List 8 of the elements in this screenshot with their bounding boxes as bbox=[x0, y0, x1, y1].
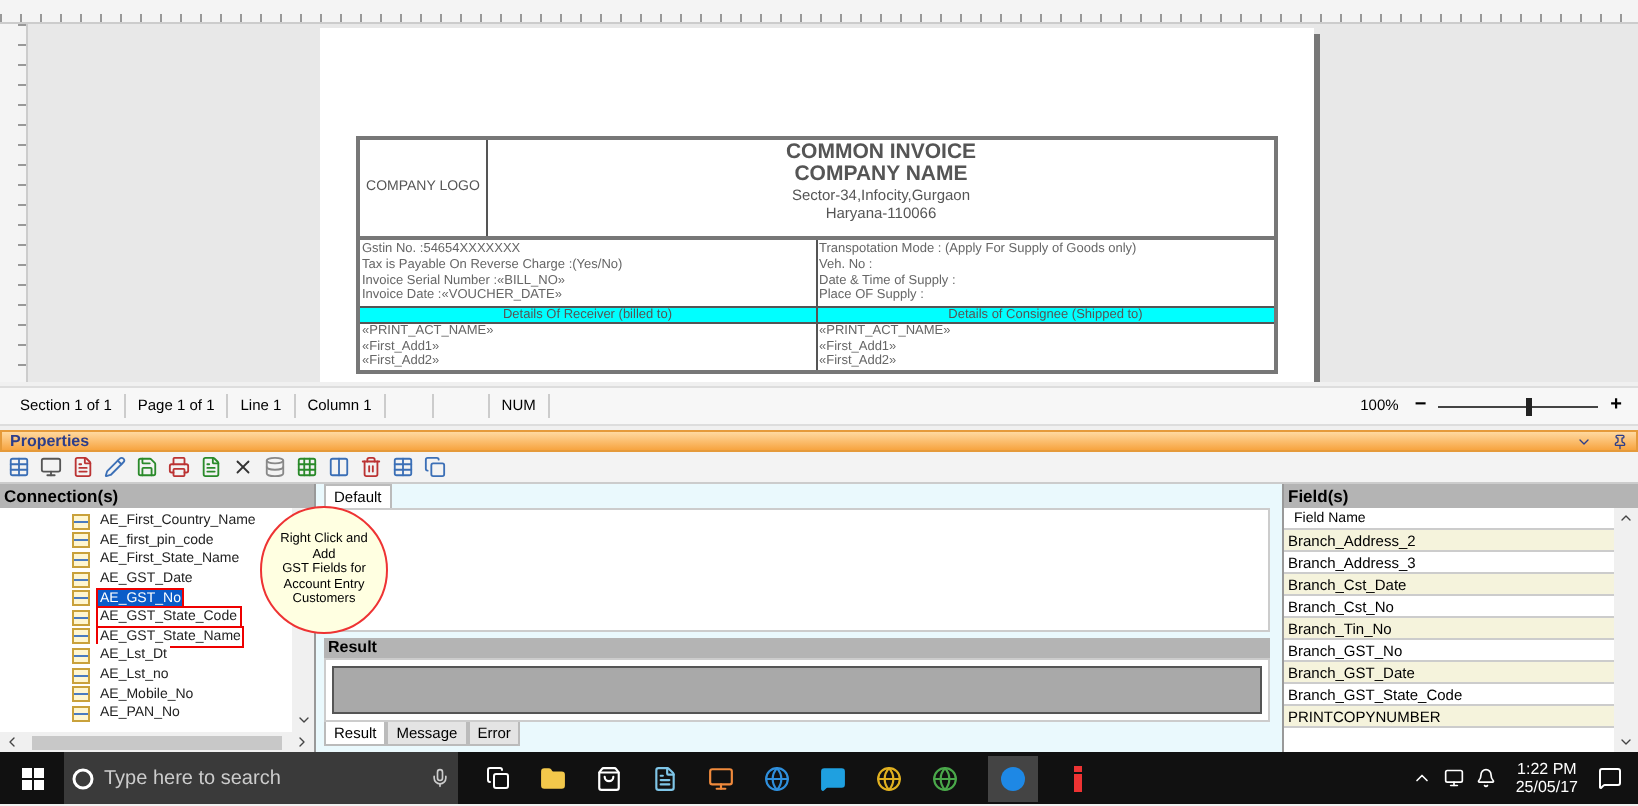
result-header: Result bbox=[324, 638, 1270, 658]
clock-date: 25/05/17 bbox=[1515, 778, 1578, 796]
invoice-title: COMMON INVOICE bbox=[785, 142, 977, 164]
fields-header: Field(s) bbox=[1284, 484, 1638, 508]
clock-time: 1:22 PM bbox=[1517, 760, 1577, 778]
connections-header: Connection(s) bbox=[0, 484, 314, 508]
company-name: COMPANY NAME bbox=[794, 164, 968, 186]
properties-title: Properties bbox=[10, 433, 90, 449]
